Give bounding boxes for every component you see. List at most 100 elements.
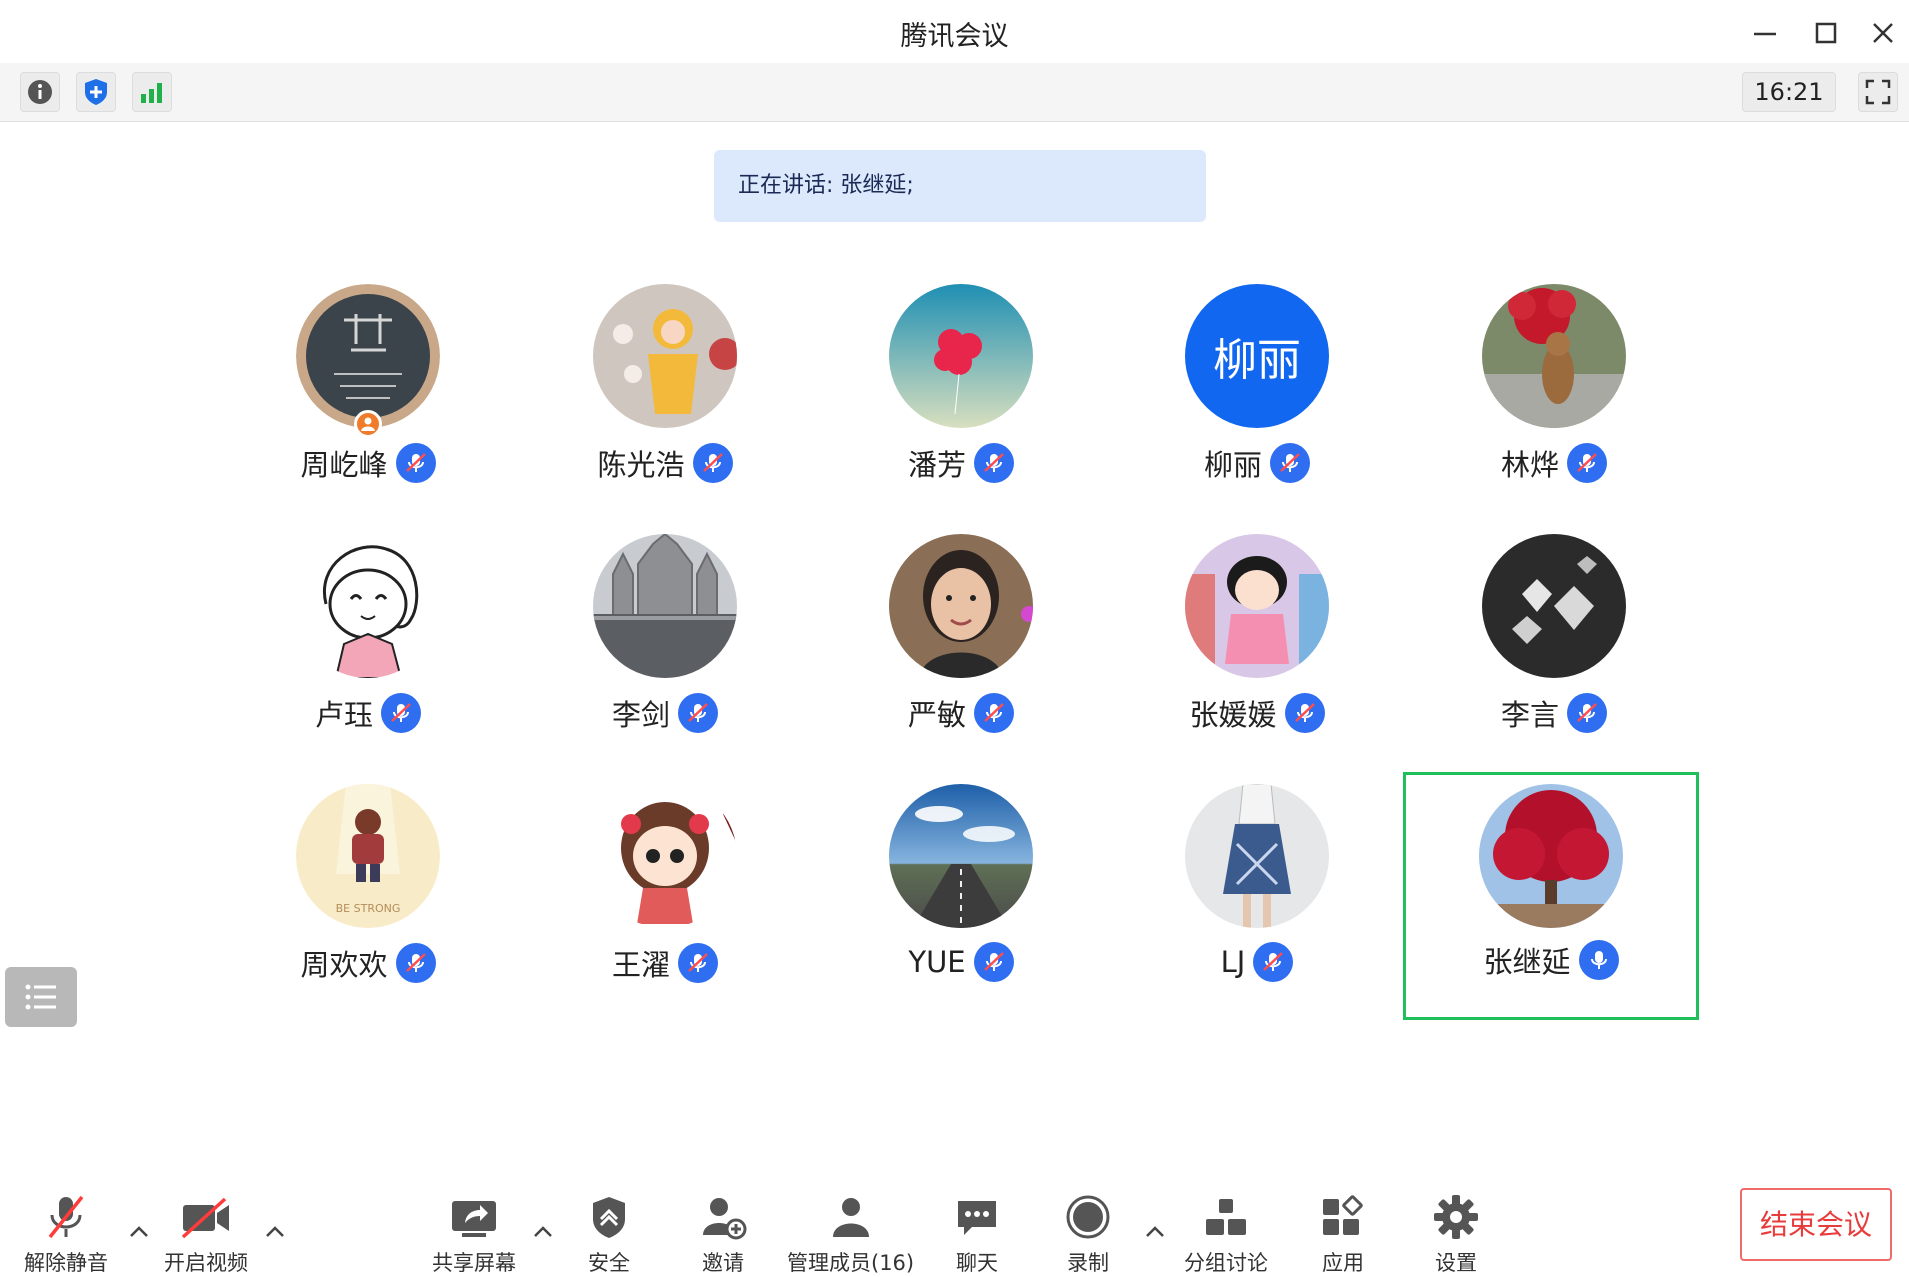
unmute-label: 解除静音 (24, 1251, 108, 1275)
mic-muted-icon (1253, 942, 1294, 982)
record-button[interactable]: 录制 (1064, 1193, 1112, 1277)
participant-tile[interactable]: 王濯 (517, 784, 813, 1032)
participant-tile[interactable]: 陈光浩 (517, 284, 813, 532)
participant-tile[interactable]: LJ (1109, 784, 1405, 1032)
participant-tile[interactable]: 李剑 (517, 534, 813, 782)
apps-label: 应用 (1322, 1251, 1364, 1275)
member-list-toggle-button[interactable] (5, 967, 77, 1027)
share-screen-button[interactable]: 共享屏幕 (432, 1193, 516, 1277)
gear-icon (1434, 1195, 1478, 1239)
start-video-button[interactable]: 开启视频 (164, 1193, 248, 1277)
participant-name: 周欢欢 (300, 948, 388, 982)
chat-button[interactable]: 聊天 (954, 1193, 1000, 1277)
chat-label: 聊天 (956, 1251, 998, 1275)
list-icon (25, 984, 56, 1010)
avatar-text: 柳丽 (1213, 335, 1301, 386)
participant-tile[interactable]: 林烨 (1406, 284, 1702, 532)
end-meeting-button[interactable]: 结束会议 (1740, 1188, 1892, 1261)
avatar (1479, 784, 1623, 928)
avatar-text: BE STRONG (335, 902, 401, 915)
participant-tile-speaking[interactable]: 张继延 (1403, 772, 1699, 1020)
chevron-up-icon[interactable] (532, 1223, 554, 1239)
avatar (1185, 784, 1329, 928)
security-status-button[interactable] (76, 72, 116, 112)
unmute-button[interactable]: 解除静音 (24, 1193, 108, 1277)
participant-tile[interactable]: 周屹峰 (220, 284, 516, 532)
security-button[interactable]: 安全 (587, 1193, 631, 1277)
mic-muted-icon (1284, 693, 1325, 733)
breakout-label: 分组讨论 (1184, 1251, 1268, 1275)
participant-tile[interactable]: 张媛媛 (1109, 534, 1405, 782)
close-icon (1873, 23, 1893, 43)
shield-icon (85, 79, 107, 105)
breakout-icon (1206, 1199, 1246, 1235)
avatar-image (1482, 284, 1626, 428)
participant-tile[interactable]: BE STRONG 周欢欢 (220, 784, 516, 1032)
avatar (1482, 534, 1626, 678)
mic-muted-icon (395, 443, 436, 483)
mic-muted-icon (1270, 443, 1310, 483)
participant-name: LJ (1220, 945, 1246, 979)
chevron-up-icon[interactable] (264, 1223, 286, 1239)
camera-off-icon (181, 1197, 229, 1239)
avatar (296, 534, 440, 678)
avatar (1482, 284, 1626, 428)
speaking-indicator: 正在讲话: 张继延; (714, 150, 1206, 222)
mic-muted-icon (692, 443, 733, 483)
participant-name: 陈光浩 (597, 448, 685, 482)
avatar (889, 534, 1033, 678)
participant-tile[interactable]: 柳丽 柳丽 (1109, 284, 1405, 532)
mic-muted-icon (678, 943, 718, 983)
network-status-button[interactable] (132, 72, 172, 112)
share-screen-icon (452, 1201, 496, 1237)
avatar (296, 284, 440, 428)
meeting-clock: 16:21 (1742, 72, 1836, 112)
add-user-icon (703, 1198, 747, 1240)
participant-tile[interactable]: 严敏 (813, 534, 1109, 782)
maximize-icon (1815, 22, 1837, 44)
avatar-image (593, 284, 737, 428)
mic-muted-icon (973, 942, 1014, 982)
participant-name: 柳丽 (1203, 448, 1262, 482)
maximize-button[interactable] (1811, 18, 1841, 48)
participant-name: 李剑 (611, 698, 670, 732)
text-avatar: 柳丽 (1185, 284, 1329, 428)
chevron-up-icon[interactable] (1144, 1223, 1166, 1239)
fullscreen-icon (1865, 79, 1891, 105)
chevron-up-icon[interactable] (128, 1223, 150, 1239)
title-bar: 腾讯会议 (0, 0, 1909, 64)
record-icon (1066, 1195, 1110, 1239)
mic-muted-icon (678, 693, 718, 733)
participant-tile[interactable]: YUE (813, 784, 1109, 1032)
security-label: 安全 (588, 1251, 630, 1275)
participant-tile[interactable]: 李言 (1406, 534, 1702, 782)
avatar (593, 284, 737, 428)
meeting-info-button[interactable] (20, 72, 60, 112)
avatar (593, 784, 737, 928)
participant-tile[interactable]: 卢珏 (220, 534, 516, 782)
participant-name: 严敏 (907, 698, 966, 732)
meeting-info-bar: 16:21 (0, 63, 1909, 122)
participant-tile[interactable]: 潘芳 (813, 284, 1109, 532)
window-title: 腾讯会议 (900, 21, 1009, 52)
invite-button[interactable]: 邀请 (699, 1193, 747, 1277)
minimize-button[interactable] (1750, 18, 1780, 48)
settings-button[interactable]: 设置 (1432, 1193, 1480, 1277)
mic-active-icon (1578, 940, 1619, 980)
participant-name: 林烨 (1500, 448, 1559, 482)
participant-name: 周屹峰 (300, 448, 388, 482)
share-screen-label: 共享屏幕 (432, 1251, 516, 1275)
close-button[interactable] (1868, 18, 1898, 48)
fullscreen-button[interactable] (1858, 72, 1898, 112)
shield-icon (593, 1197, 625, 1238)
avatar: BE STRONG (296, 784, 440, 928)
manage-members-button[interactable]: 管理成员(16) (787, 1193, 914, 1277)
avatar (889, 284, 1033, 428)
avatar-image (296, 534, 440, 678)
record-label: 录制 (1067, 1251, 1109, 1275)
apps-button[interactable]: 应用 (1319, 1193, 1367, 1277)
info-icon (28, 80, 52, 104)
breakout-rooms-button[interactable]: 分组讨论 (1184, 1193, 1268, 1277)
participant-name: 张媛媛 (1189, 698, 1277, 732)
manage-members-label: 管理成员(16) (787, 1251, 915, 1275)
